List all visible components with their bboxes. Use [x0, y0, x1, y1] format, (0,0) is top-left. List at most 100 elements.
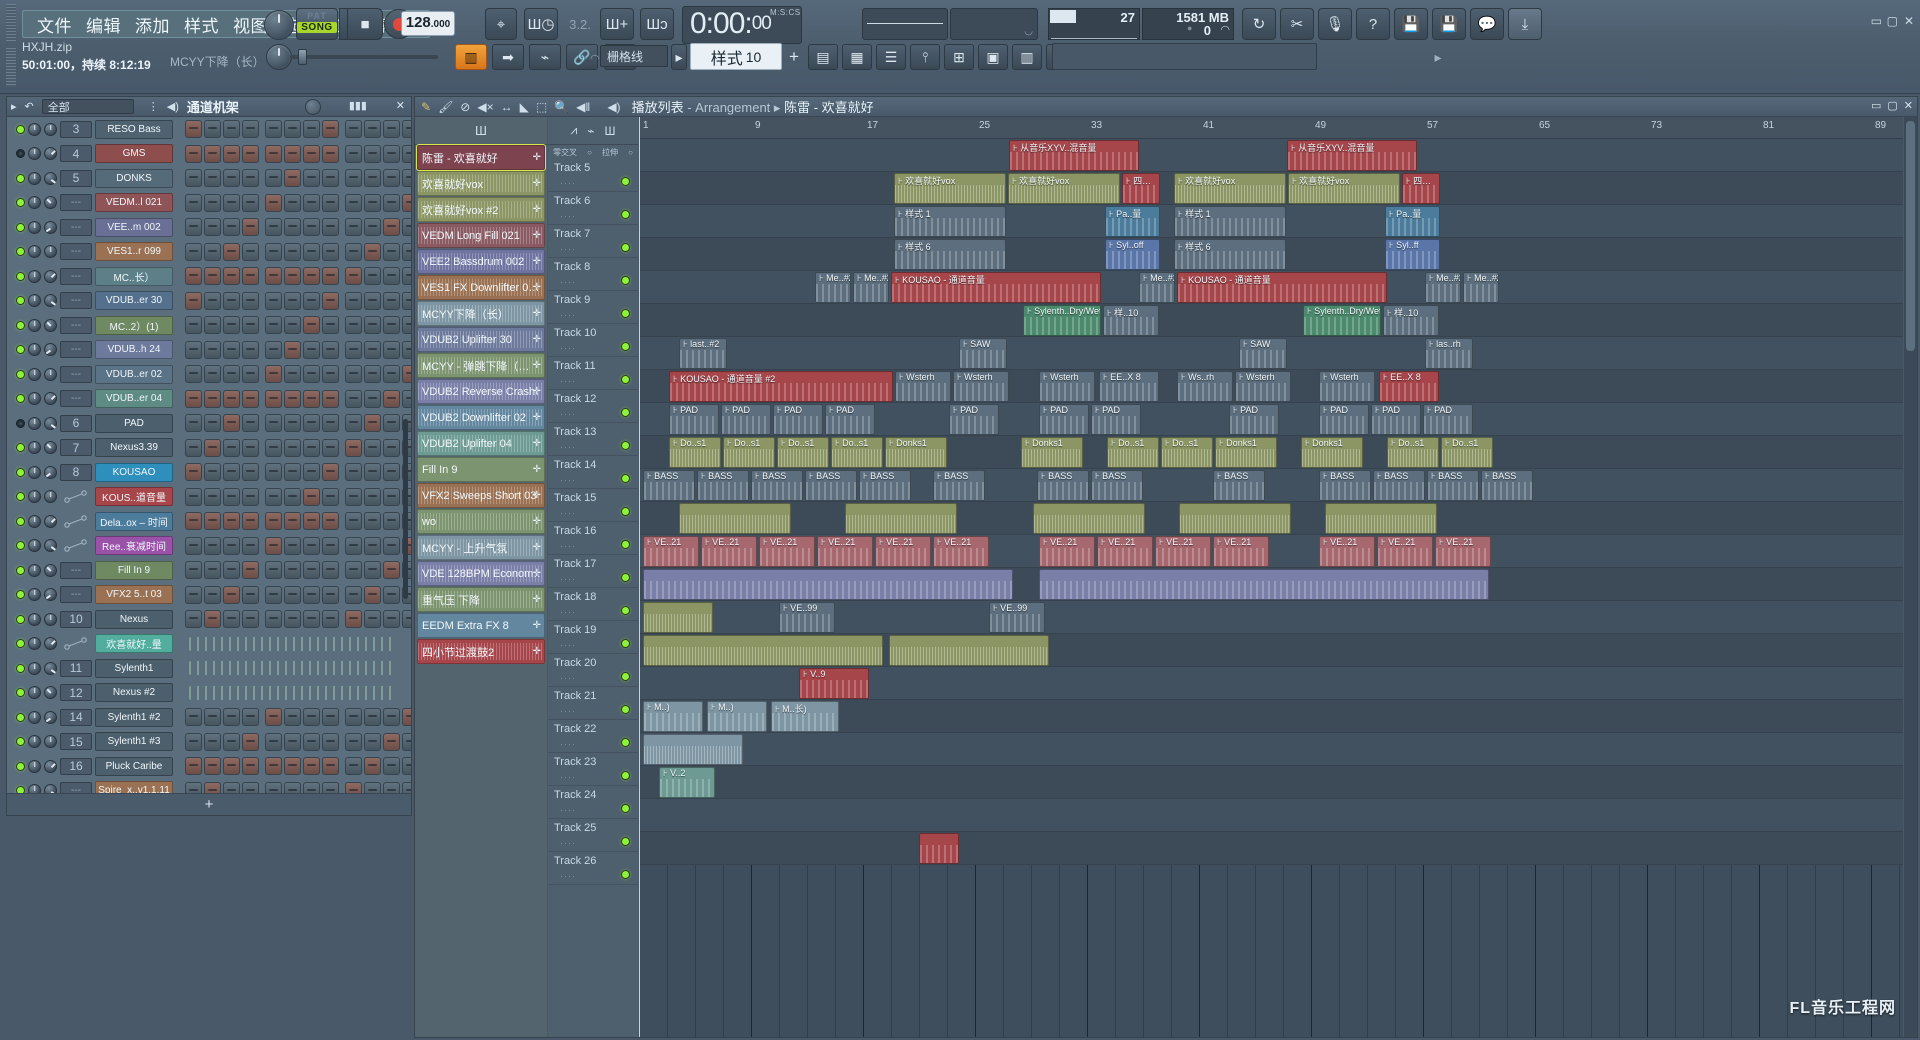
playlist-clip[interactable]: ⊦ Syl..off — [1105, 239, 1160, 270]
playlist-clip[interactable] — [845, 503, 957, 534]
playlist-clip[interactable]: ⊦ PAD — [721, 404, 771, 435]
channel-mixer-track-number[interactable]: --- — [60, 561, 92, 579]
paint-icon[interactable]: 🖌 — [438, 100, 453, 114]
channel-name-button[interactable]: VES1..r 099✛ — [95, 242, 173, 262]
step-button[interactable] — [204, 218, 221, 237]
step-button[interactable] — [223, 732, 240, 751]
pattern-plus-icon[interactable]: ✛ — [533, 360, 541, 371]
pattern-list-item[interactable]: wo ✛ — [417, 509, 545, 534]
step-button[interactable] — [284, 536, 301, 555]
step-row[interactable] — [179, 338, 411, 363]
step-button[interactable] — [303, 389, 320, 408]
step-button[interactable] — [204, 585, 221, 604]
step-button[interactable] — [383, 340, 400, 359]
playlist-clip[interactable]: ⊦ VE..99 — [989, 602, 1045, 633]
step-button[interactable] — [284, 610, 301, 629]
step-button[interactable] — [185, 585, 202, 604]
step-button[interactable] — [303, 561, 320, 580]
channel-name-button[interactable]: 欢喜就好..量 — [95, 634, 173, 654]
chevron-right-icon[interactable]: ▸ — [11, 100, 17, 113]
step-button[interactable] — [322, 561, 339, 580]
pattern-plus-icon[interactable]: ✛ — [533, 178, 541, 189]
channel-row[interactable]: 3 RESO Bass — [7, 117, 179, 142]
step-button[interactable] — [185, 242, 202, 261]
channel-pan-knob[interactable] — [28, 563, 41, 577]
step-row[interactable] — [179, 632, 411, 657]
playlist-clip[interactable]: ⊦ Me..#2 — [815, 272, 851, 303]
step-button[interactable] — [185, 365, 202, 384]
window-maximize-button[interactable]: ▢ — [1887, 14, 1898, 28]
step-button[interactable] — [185, 291, 202, 310]
step-button[interactable] — [345, 610, 362, 629]
step-button[interactable] — [284, 757, 301, 776]
step-row[interactable] — [179, 436, 411, 461]
step-button[interactable] — [284, 732, 301, 751]
master-slider[interactable] — [290, 49, 438, 65]
playlist-clip[interactable]: ⊦ VE..21 — [1377, 536, 1433, 567]
channel-name-button[interactable]: VDUB..er 02✛ — [95, 364, 173, 384]
step-button[interactable] — [242, 340, 259, 359]
channel-volume-knob[interactable] — [44, 294, 57, 308]
step-button[interactable] — [322, 389, 339, 408]
channel-mixer-track-number[interactable]: 14 — [60, 708, 92, 726]
step-button[interactable] — [345, 267, 362, 286]
channel-name-button[interactable]: Nexus3.39 — [95, 438, 173, 458]
pattern-plus-icon[interactable]: ✛ — [533, 204, 541, 215]
step-row[interactable] — [179, 534, 411, 559]
stretch-toggle[interactable]: ○ — [628, 148, 633, 157]
step-button[interactable] — [322, 732, 339, 751]
pattern-icon[interactable]: Ш — [605, 124, 616, 138]
playlist-clip[interactable]: ⊦ Pa..量 — [1385, 206, 1440, 237]
playlist-clip[interactable]: ⊦ BASS — [859, 470, 911, 501]
step-button[interactable] — [223, 463, 240, 482]
wait-for-input-button[interactable]: Ш◷ — [524, 8, 558, 40]
playlist-clip[interactable]: ⊦ Sylenth..Dry/Wet — [1023, 305, 1101, 336]
channel-name-button[interactable]: Nexus — [95, 609, 173, 629]
channel-mixer-track-number[interactable]: 3 — [60, 120, 92, 138]
playlist-clip[interactable]: ⊦ PAD — [1229, 404, 1279, 435]
pattern-list-item[interactable]: 四小节过渡鼓2 ✛ — [417, 639, 545, 664]
step-button[interactable] — [242, 267, 259, 286]
loop-record-button[interactable]: Шↄ — [640, 8, 674, 40]
step-button[interactable] — [284, 561, 301, 580]
step-button[interactable] — [284, 585, 301, 604]
playlist-clip[interactable]: ⊦ 样式 1 — [894, 206, 1006, 237]
channel-volume-knob[interactable] — [44, 171, 57, 185]
step-button[interactable] — [284, 193, 301, 212]
step-row[interactable] — [179, 411, 411, 436]
step-button[interactable] — [383, 242, 400, 261]
playlist-clip[interactable]: ⊦ Do..s1 — [1441, 437, 1493, 468]
playlist-icon[interactable]: ▤ — [808, 44, 838, 70]
step-button[interactable] — [345, 242, 362, 261]
playlist-clip[interactable]: ⊦ Do..s1 — [1387, 437, 1439, 468]
step-button[interactable] — [242, 218, 259, 237]
channel-name-button[interactable]: VDUB..er 30✛ — [95, 291, 173, 311]
step-button[interactable] — [265, 218, 282, 237]
step-button[interactable] — [383, 267, 400, 286]
step-button[interactable] — [223, 585, 240, 604]
playlist-clip[interactable]: ⊦ Wsterh — [1235, 371, 1291, 402]
pattern-prev-button[interactable]: ▸ — [671, 44, 687, 70]
playlist-clip[interactable]: ⊦ VE..21 — [759, 536, 815, 567]
playhead[interactable] — [639, 117, 640, 1037]
step-button[interactable] — [322, 610, 339, 629]
channel-row[interactable]: KOUS..道音量 — [7, 485, 179, 510]
step-button[interactable] — [242, 757, 259, 776]
step-button[interactable] — [364, 267, 381, 286]
track-enable-led[interactable] — [621, 408, 630, 417]
channel-volume-knob[interactable] — [44, 710, 57, 724]
channel-row[interactable]: ---VEDM..l 021✛ — [7, 191, 179, 216]
channel-pan-knob[interactable] — [28, 196, 41, 210]
step-button[interactable] — [322, 291, 339, 310]
channel-mixer-track-number[interactable]: --- — [60, 586, 92, 604]
slide-tool-button[interactable]: ⌁ — [529, 44, 561, 70]
pattern-list-item[interactable]: VDUB2 Downlifter 02 ✛ — [417, 405, 545, 430]
step-button[interactable] — [223, 291, 240, 310]
channel-mute-led[interactable] — [16, 541, 25, 551]
channel-mixer-track-number[interactable]: --- — [60, 267, 92, 285]
step-button[interactable] — [364, 732, 381, 751]
playlist-clip[interactable]: ⊦ VE..21 — [1213, 536, 1269, 567]
step-button[interactable] — [185, 340, 202, 359]
step-button[interactable] — [364, 242, 381, 261]
step-button[interactable] — [265, 512, 282, 531]
